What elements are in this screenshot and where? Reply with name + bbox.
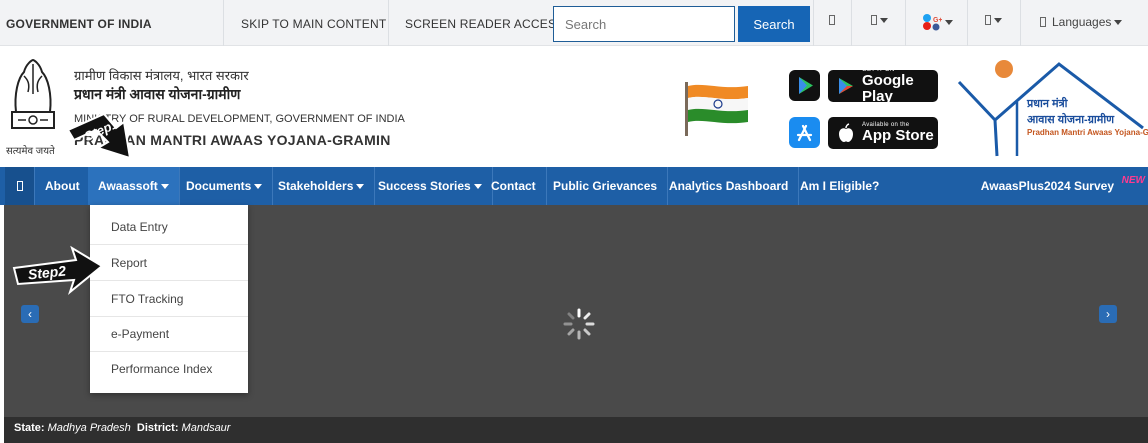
chevron-right-icon: › (1106, 307, 1110, 321)
government-of-india-label: GOVERNMENT OF INDIA (6, 17, 152, 31)
chevron-left-icon: ‹ (28, 307, 32, 321)
nav-item-contact[interactable]: Contact (481, 167, 547, 205)
nav-label: Am I Eligible? (800, 179, 880, 193)
logo-hindi-line1: प्रधान मंत्री (1027, 98, 1068, 110)
nav-item-awaassoft[interactable]: Awaassoft (88, 167, 180, 205)
nav-item-analytics-dashboard[interactable]: Analytics Dashboard (659, 167, 800, 205)
new-badge: NEW (1121, 175, 1145, 186)
indian-flag-icon (685, 82, 748, 136)
site-header: सत्यमेव जयते ग्रामीण विकास मंत्रालय, भार… (0, 46, 1148, 167)
top-bar: GOVERNMENT OF INDIA SKIP TO MAIN CONTENT… (0, 0, 1148, 46)
menu-item-label: FTO Tracking (111, 291, 184, 306)
nav-label: Awaassoft (98, 179, 158, 193)
globe-icon (1040, 17, 1046, 27)
national-emblem-icon (11, 58, 55, 129)
google-play-app-icon[interactable] (789, 70, 820, 101)
divider (967, 0, 968, 46)
chevron-down-icon (356, 183, 365, 189)
svg-text:G+: G+ (933, 17, 942, 24)
step2-arrow-icon: Step2 (12, 245, 104, 295)
divider (813, 0, 814, 46)
home-icon (16, 181, 23, 191)
district-value: Mandsaur (181, 422, 231, 434)
skip-to-main-content-link[interactable]: SKIP TO MAIN CONTENT (241, 17, 386, 31)
play-icon (799, 77, 813, 94)
nav-item-am-i-eligible[interactable]: Am I Eligible? (790, 167, 889, 205)
main-navigation: About Awaassoft Documents Stakeholders S… (0, 167, 1148, 205)
state-value: Madhya Pradesh (47, 422, 131, 434)
nav-label: Stakeholders (278, 179, 354, 193)
search-button[interactable]: Search (738, 6, 810, 42)
google-play-big-text: Google Play (862, 72, 914, 105)
menu-item-label: Report (111, 255, 148, 270)
divider (905, 0, 906, 46)
menu-item-label: Data Entry (111, 219, 168, 234)
state-label: State: (14, 422, 45, 434)
divider (1020, 0, 1021, 46)
screen-reader-access-link[interactable]: SCREEN READER ACCESS (405, 17, 564, 31)
chevron-down-icon (254, 183, 263, 189)
nav-label: Contact (491, 179, 536, 193)
search-input[interactable] (553, 6, 735, 42)
nav-label: Analytics Dashboard (669, 179, 789, 193)
menu-item-label: Performance Index (111, 362, 213, 376)
nav-label: Public Grievances (553, 179, 658, 193)
survey-link[interactable]: AwaasPlus2024 Survey (981, 179, 1114, 193)
apple-icon (839, 123, 853, 142)
ministry-hindi: ग्रामीण विकास मंत्रालय, भारत सरकार (74, 68, 249, 83)
emblem-caption: सत्यमेव जयते (6, 146, 55, 157)
menu-item-e-payment[interactable]: e-Payment (90, 316, 248, 352)
step1-arrow-icon: Step1 (66, 112, 132, 160)
theme-icon[interactable] (985, 15, 1002, 25)
district-label: District: (136, 422, 179, 434)
menu-item-data-entry[interactable]: Data Entry (90, 209, 248, 245)
sitemap-icon[interactable] (829, 15, 835, 25)
divider (223, 0, 224, 46)
menu-item-report[interactable]: Report (90, 245, 248, 281)
app-store-big-text: App Store (862, 127, 934, 144)
carousel-prev-button[interactable]: ‹ (21, 305, 39, 323)
nav-item-public-grievances[interactable]: Public Grievances (543, 167, 669, 205)
carousel-next-button[interactable]: › (1099, 305, 1117, 323)
nav-label: About (45, 179, 80, 193)
google-play-icon (839, 78, 853, 94)
nav-label: Documents (186, 179, 252, 193)
scheme-name-hindi: प्रधान मंत्री आवास योजना-ग्रामीण (74, 86, 241, 102)
google-play-button[interactable]: GET IT ON Google Play (828, 67, 938, 105)
menu-item-label: e-Payment (111, 326, 170, 341)
nav-label: Success Stories (378, 179, 471, 193)
awaassoft-dropdown-menu: Data Entry Report FTO Tracking e-Payment… (90, 205, 248, 393)
menu-item-performance-index[interactable]: Performance Index (90, 351, 248, 387)
chevron-down-icon (160, 183, 169, 189)
pmay-g-logo: प्रधान मंत्री आवास योजना-ग्रामीण Pradhan… (955, 58, 1148, 158)
banner-caption: State: Madhya Pradesh District: Mandsaur (4, 417, 1148, 443)
social-icons: G+ (923, 14, 942, 31)
accessibility-icon[interactable] (871, 15, 888, 25)
languages-label: Languages (1052, 15, 1112, 29)
nav-item-success-stories[interactable]: Success Stories (368, 167, 493, 205)
divider (851, 0, 852, 46)
nav-item-about[interactable]: About (35, 167, 91, 205)
home-button[interactable] (5, 167, 35, 205)
app-store-app-icon[interactable] (789, 117, 820, 148)
nav-item-documents[interactable]: Documents (176, 167, 274, 205)
nav-item-stakeholders[interactable]: Stakeholders (268, 167, 376, 205)
logo-hindi-line2: आवास योजना-ग्रामीण (1027, 114, 1115, 126)
languages-dropdown[interactable]: Languages (1040, 15, 1123, 29)
loading-spinner-icon (563, 308, 595, 340)
logo-english-line: Pradhan Mantri Awaas Yojana-Gramin (1027, 128, 1148, 137)
divider (388, 0, 389, 46)
social-media-icon[interactable]: G+ (922, 13, 953, 31)
menu-item-fto-tracking[interactable]: FTO Tracking (90, 281, 248, 317)
app-store-icon (796, 124, 813, 142)
app-store-button[interactable]: Available on the App Store (828, 117, 938, 149)
